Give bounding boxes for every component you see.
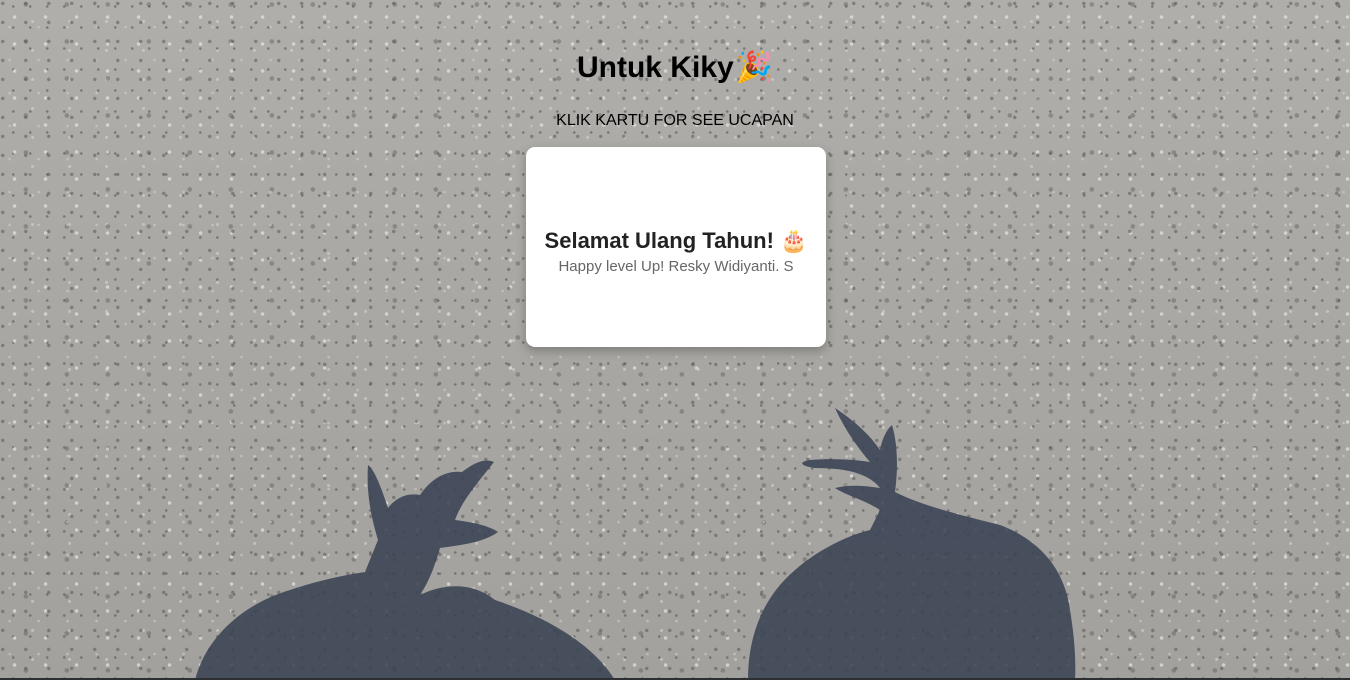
- greeting-card[interactable]: Selamat Ulang Tahun! 🎂 Happy level Up! R…: [526, 147, 826, 347]
- party-popper-icon: 🎉: [735, 51, 774, 84]
- page-title: Untuk Kiky🎉: [0, 50, 1350, 85]
- left-person-shadow: [195, 460, 615, 680]
- card-title: Selamat Ulang Tahun! 🎂: [544, 227, 808, 253]
- page-title-text: Untuk Kiky: [576, 51, 734, 84]
- right-person-shadow: [748, 408, 1076, 680]
- click-card-instruction: KLIK KARTU FOR SEE UCAPAN: [556, 112, 794, 129]
- card-message: Happy level Up! Resky Widiyanti. S: [558, 257, 794, 275]
